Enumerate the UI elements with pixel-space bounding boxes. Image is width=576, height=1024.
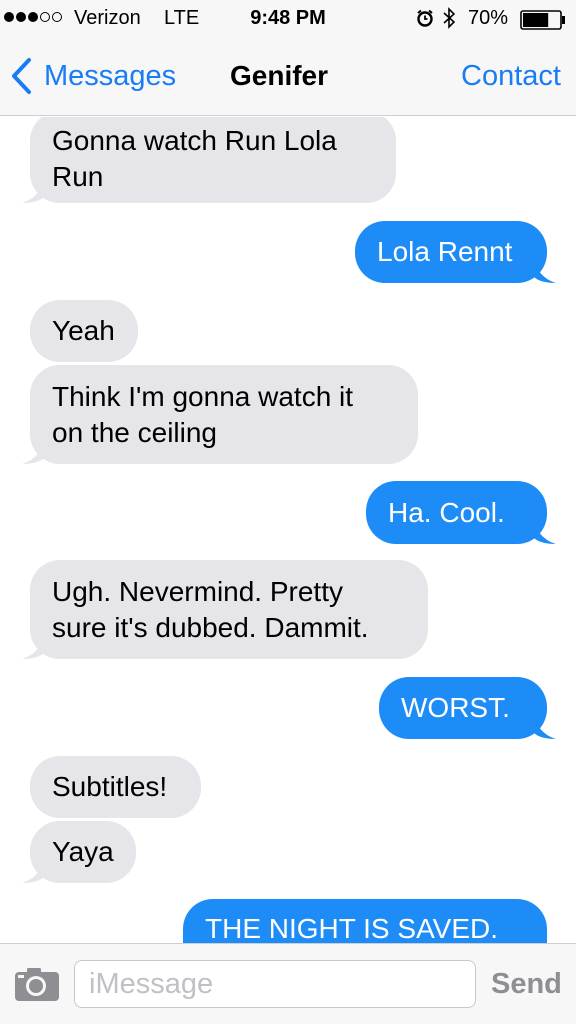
message-input-bar: Send [0, 943, 576, 1024]
bubble-tail [22, 442, 44, 464]
message-bubble-incoming[interactable]: Subtitles! [30, 756, 201, 818]
bubble-tail [534, 522, 556, 544]
message-text: Yeah [52, 315, 115, 346]
bubble-tail [534, 261, 556, 283]
contact-button[interactable]: Contact [461, 60, 561, 93]
message-text: Yaya [52, 836, 114, 867]
message-bubble-incoming[interactable]: Think I'm gonna watch it on the ceiling [22, 365, 418, 464]
camera-icon[interactable] [14, 966, 60, 1002]
message-text: THE NIGHT IS SAVED. [205, 913, 499, 943]
message-bubble-outgoing[interactable]: WORST. [379, 677, 556, 739]
message-text: WORST. [401, 692, 510, 723]
navigation-bar: Messages Genifer Contact [0, 40, 576, 116]
message-text: Subtitles! [52, 771, 168, 802]
bubble-tail [22, 861, 44, 883]
message-bubble-outgoing[interactable]: THE NIGHT IS SAVED. [183, 899, 547, 943]
message-bubble-incoming[interactable]: Yeah [30, 300, 138, 362]
battery-percent: 70% [468, 7, 509, 29]
conversation-title: Genifer [230, 60, 329, 91]
message-text: Gonna watch Run Lola Run [52, 125, 337, 192]
bubble-tail [22, 181, 44, 203]
message-bubble-outgoing[interactable]: Lola Rennt [355, 221, 556, 283]
back-button-label: Messages [44, 59, 177, 92]
message-thread[interactable]: Gonna watch Run Lola Run Lola Rennt Yeah… [0, 117, 576, 943]
send-button[interactable]: Send [491, 968, 562, 1001]
message-text: Lola Rennt [377, 236, 513, 267]
message-text: Ugh. Nevermind. Pretty sure it's dubbed.… [52, 575, 369, 643]
message-bubble-incoming[interactable]: Gonna watch Run Lola Run [22, 117, 396, 203]
message-bubble-incoming[interactable]: Yaya [22, 821, 136, 883]
battery-icon [520, 10, 565, 30]
imessage-input[interactable] [74, 960, 476, 1008]
back-button[interactable]: Messages [10, 54, 176, 98]
message-bubble-outgoing[interactable]: Ha. Cool. [366, 481, 556, 544]
message-text: Think I'm gonna watch it on the ceiling [52, 380, 354, 448]
message-bubble-incoming[interactable]: Ugh. Nevermind. Pretty sure it's dubbed.… [22, 560, 428, 659]
bubble-tail [22, 637, 44, 659]
bluetooth-icon [443, 7, 456, 29]
message-text: Ha. Cool. [388, 496, 505, 528]
bubble-tail [534, 717, 556, 739]
alarm-icon [417, 9, 433, 27]
chevron-left-icon [12, 58, 31, 94]
status-bar: Verizon LTE 9:48 PM 70% [0, 0, 576, 40]
